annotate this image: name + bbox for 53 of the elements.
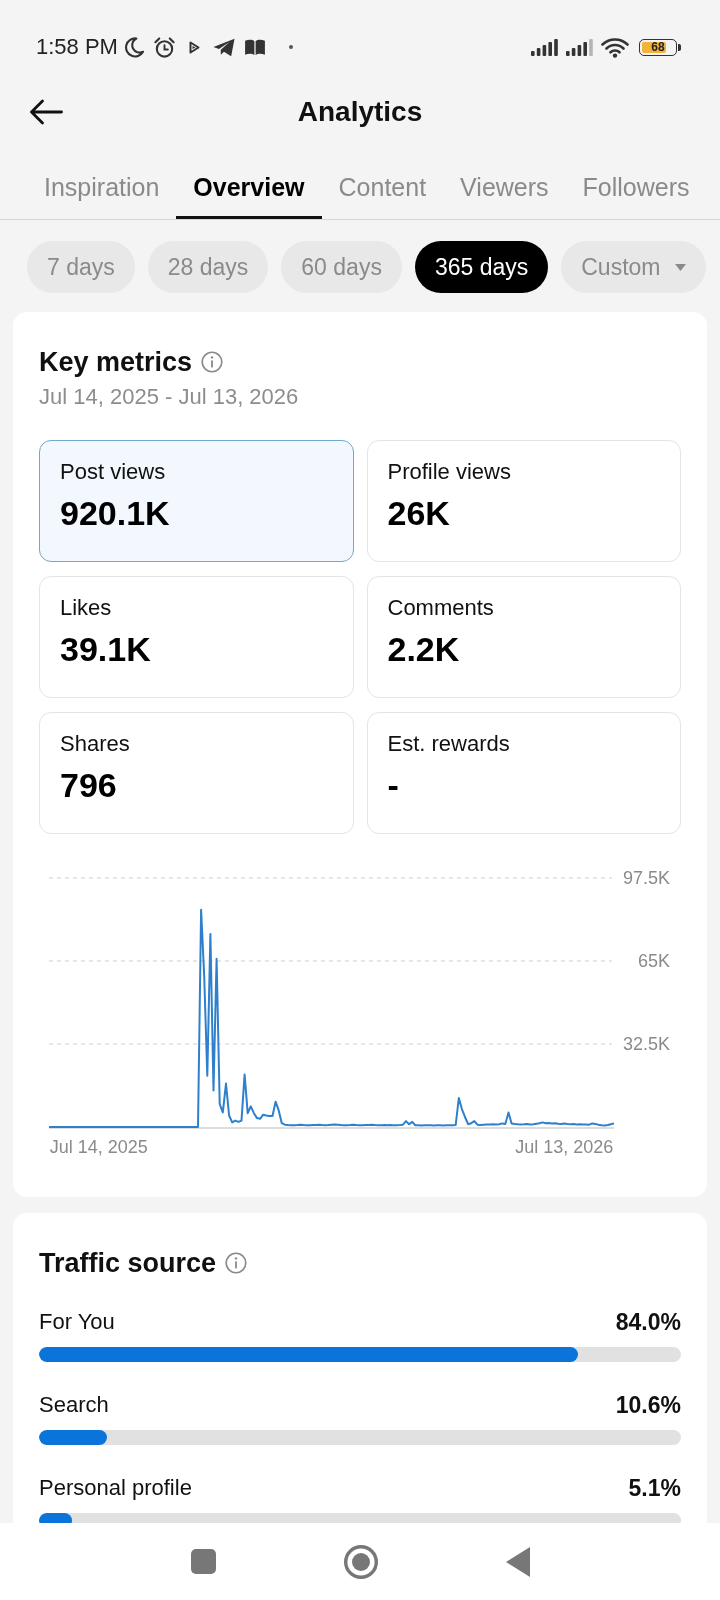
metric-label: Est. rewards [387,731,510,757]
source-percent: 10.6% [615,1392,681,1418]
y-axis-label: 65K [637,951,670,971]
x-axis-label: Jul 14, 2025 [49,1137,148,1157]
signal-icon [566,38,593,56]
y-axis-label: 97.5K [622,868,670,888]
date-range-text: Jul 14, 2025 - Jul 13, 2026 [39,384,299,410]
metric-tile[interactable]: Comments 2.2K [366,576,681,698]
back-icon[interactable] [505,1546,530,1577]
metric-label: Likes [60,595,112,621]
y-axis-label: 32.5K [622,1034,670,1054]
metric-tile[interactable]: Post views 920.1K [39,440,354,562]
back-arrow-icon[interactable] [29,99,63,125]
metric-value: - [387,765,399,805]
section-title: Traffic source [39,1248,217,1278]
metric-value: 26K [387,493,450,533]
metric-value: 920.1K [60,493,170,533]
metric-tile[interactable]: Likes 39.1K [39,576,354,698]
moon-icon [123,36,144,58]
caret-icon [674,263,686,271]
play-icon [188,40,200,54]
metric-label: Profile views [387,459,511,485]
source-percent: 5.1% [628,1475,681,1501]
square-icon[interactable] [190,1549,216,1574]
page-title: Analytics [297,95,423,129]
wifi-icon [601,36,629,58]
metric-value: 796 [60,765,117,805]
alarm-clock-icon [152,35,176,59]
metric-tile[interactable]: Profile views 26K [366,440,681,562]
paper-plane-icon [212,37,235,57]
book-icon [243,38,266,56]
battery-percent: 68 [651,40,665,54]
section-title: Key metrics [39,347,193,377]
status-time: 1:58 PM [36,34,118,60]
signal-icon [531,38,558,56]
info-icon[interactable] [225,1252,248,1274]
x-axis-label: Jul 13, 2026 [515,1137,614,1157]
tab[interactable]: Overview [176,163,322,219]
circle-icon[interactable] [343,1544,378,1579]
info-icon[interactable] [201,351,224,373]
metric-label: Post views [60,459,166,485]
metric-value: 2.2K [387,629,460,669]
source-percent: 84.0% [615,1309,681,1335]
metric-tile[interactable]: Est. rewards - [366,712,681,834]
dot-icon [288,45,293,49]
metric-label: Shares [60,731,130,757]
source-name: Search [39,1392,109,1418]
source-name: Personal profile [39,1475,192,1501]
metric-label: Comments [387,595,494,621]
date-range-chip[interactable]: 365 days [414,241,549,293]
source-name: For You [39,1309,115,1335]
metric-tile[interactable]: Shares 796 [39,712,354,834]
metric-value: 39.1K [60,629,151,669]
